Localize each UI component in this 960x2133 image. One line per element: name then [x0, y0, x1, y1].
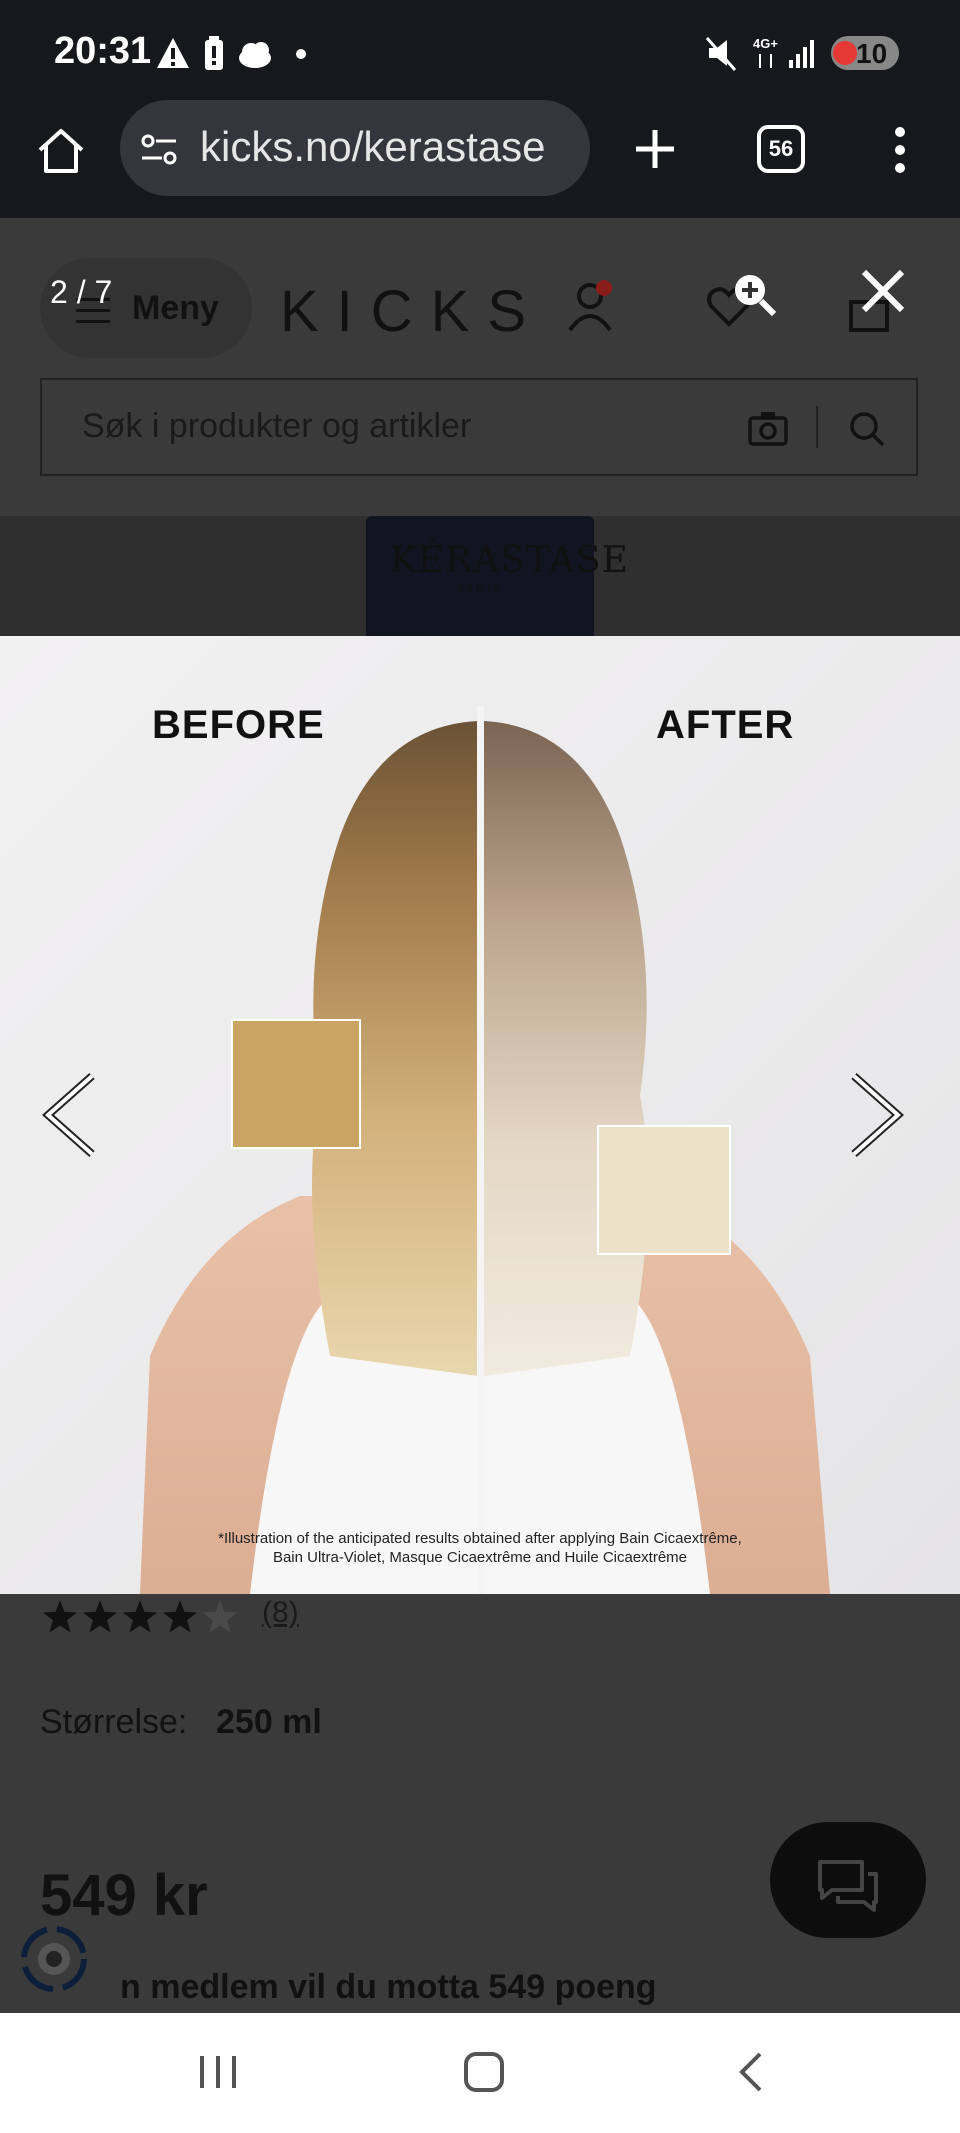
review-count-link[interactable]: (8) — [262, 1596, 299, 1630]
close-icon — [861, 269, 905, 313]
warning-icon — [157, 38, 189, 68]
site-logo[interactable]: KICKS — [280, 278, 544, 345]
back-icon — [739, 2052, 762, 2092]
mute-icon — [705, 37, 737, 71]
battery-alert-icon — [205, 36, 223, 70]
account-button[interactable] — [566, 278, 616, 334]
home-nav-button[interactable] — [462, 2050, 506, 2094]
product-brand: KÉRASTASE — [390, 540, 629, 581]
more-icon — [895, 127, 905, 173]
product-brand-sub: PARIS — [458, 584, 503, 595]
zoom-button[interactable] — [730, 270, 780, 320]
site-settings-icon — [141, 134, 177, 165]
recent-apps-button[interactable] — [196, 2052, 240, 2092]
search-icon — [850, 412, 885, 447]
gallery-image[interactable] — [0, 636, 960, 1594]
star-filled-icon — [162, 1600, 198, 1633]
home-button[interactable] — [34, 124, 88, 178]
chat-icon — [818, 1860, 878, 1912]
more-button[interactable] — [880, 124, 920, 176]
size-value: 250 ml — [216, 1703, 322, 1741]
tab-count: 56 — [768, 136, 794, 161]
data-arrows-icon: 4G+ — [753, 36, 778, 68]
chat-button[interactable] — [770, 1822, 926, 1938]
accessibility-widget-button[interactable] — [20, 1925, 88, 1993]
new-tab-icon — [636, 130, 674, 168]
cloud-icon — [239, 42, 271, 68]
home-icon — [38, 129, 84, 173]
network-type: 4G+ — [753, 36, 778, 51]
search-button[interactable] — [848, 410, 886, 448]
rating-stars — [40, 1598, 250, 1643]
camera-icon — [748, 412, 788, 446]
before-label: BEFORE — [152, 703, 325, 747]
price: 549 kr — [40, 1863, 208, 1928]
next-image-button[interactable] — [846, 1070, 906, 1160]
home-nav-icon — [464, 2052, 504, 2092]
image-caption-line-1: *Illustration of the anticipated results… — [218, 1530, 742, 1547]
user-icon — [568, 280, 612, 332]
close-button[interactable] — [858, 266, 908, 316]
dot-icon — [296, 49, 306, 59]
new-tab-button[interactable] — [630, 124, 680, 174]
gallery-counter: 2 / 7 — [50, 274, 113, 310]
star-filled-icon — [42, 1600, 78, 1633]
site-settings-button[interactable] — [138, 128, 182, 172]
size-label: Størrelse: — [40, 1703, 188, 1741]
search-input[interactable]: Søk i produkter og artikler — [82, 407, 471, 446]
battery-level: 10 — [856, 38, 888, 69]
recent-apps-icon — [200, 2056, 236, 2088]
menu-label: Meny — [132, 289, 219, 327]
zoom-in-icon — [735, 275, 777, 317]
star-empty-icon — [202, 1600, 238, 1633]
chevron-left-icon — [41, 1073, 95, 1157]
previous-image-button[interactable] — [40, 1070, 100, 1160]
member-points-text: n medlem vil du motta 549 poeng — [120, 1968, 657, 2006]
url-text[interactable]: kicks.no/kerastase — [200, 123, 545, 171]
before-after-illustration — [0, 636, 960, 1594]
chevron-right-icon — [851, 1073, 905, 1157]
status-icons-left — [155, 34, 325, 79]
star-filled-icon — [82, 1600, 118, 1633]
status-time: 20:31 — [54, 30, 152, 72]
camera-search-button[interactable] — [748, 410, 788, 446]
after-label: AFTER — [656, 703, 795, 747]
accessibility-icon — [21, 1926, 87, 1992]
search-divider — [816, 406, 818, 448]
image-caption-line-2: Bain Ultra-Violet, Masque Cicaextrême an… — [272, 1549, 688, 1566]
back-nav-button[interactable] — [734, 2050, 768, 2094]
star-filled-icon — [122, 1600, 158, 1633]
signal-icon — [789, 40, 814, 68]
